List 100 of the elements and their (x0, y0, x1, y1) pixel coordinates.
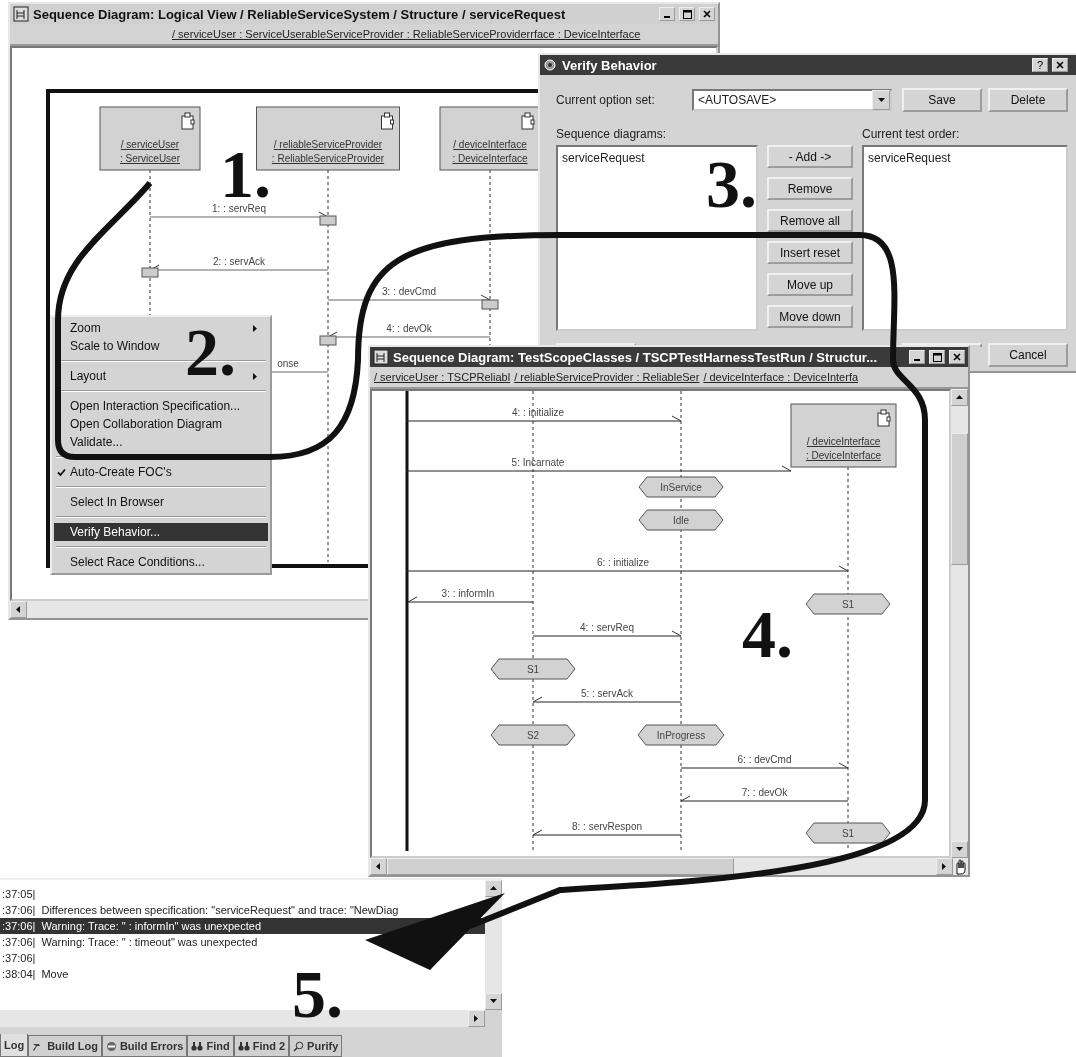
log-time: :37:06| (2, 920, 36, 932)
scrollbar-thumb[interactable] (951, 432, 968, 565)
minimize-button[interactable] (909, 350, 925, 364)
option-set-dropdown[interactable]: <AUTOSAVE> (692, 89, 892, 111)
message-label: 4: : initialize (511, 407, 565, 418)
message-label: 6: : devCmd (737, 754, 792, 765)
list-label: Current test order: (862, 127, 960, 141)
step-number: 5. (292, 960, 343, 1028)
state-label: S2 (526, 730, 540, 741)
log-row[interactable]: :37:05| (0, 886, 40, 902)
state-label: S1 (526, 664, 540, 675)
log-time: :37:05| (2, 888, 36, 900)
scroll-up-button[interactable] (485, 880, 502, 897)
arrow-icon (14, 605, 23, 614)
log-message: Warning: Trace: " : timeout" was unexpected (41, 936, 258, 948)
dialog-title: Verify Behavior (562, 57, 657, 73)
search-icon (293, 1040, 305, 1052)
scroll-down-button[interactable] (485, 993, 502, 1010)
scrollbar-thumb[interactable] (387, 858, 734, 875)
list-action-button[interactable]: Remove all (767, 209, 853, 232)
panel-tab[interactable]: Build Log (28, 1035, 102, 1057)
state-label: S1 (841, 828, 855, 839)
log-message: Move (41, 968, 69, 980)
scroll-down-button[interactable] (951, 841, 968, 858)
window-title: Sequence Diagram: Logical View / ReliableServiceSystem / Structure / serviceRequest (33, 6, 566, 22)
log-time: :38:04| (2, 968, 36, 980)
step-number: 3. (706, 150, 757, 218)
list-action-button[interactable]: Move up (767, 273, 853, 296)
log-row[interactable]: :37:06| (0, 950, 40, 966)
menu-item[interactable]: Open Interaction Specification... (54, 397, 268, 415)
log-message: Differences between specification: "serviceRequest" and trace: "NewDiag (41, 904, 399, 916)
menu-item[interactable]: Auto-Create FOC's (54, 463, 268, 481)
cancel-button[interactable]: Cancel (988, 343, 1068, 367)
close-button[interactable] (949, 350, 965, 364)
panel-tab[interactable]: Purify (289, 1035, 343, 1057)
caret-icon (876, 95, 886, 105)
step-number: 2. (185, 318, 236, 386)
lifeline-header: / serviceUser : ServiceUserableServiceProvider : ReliableServiceProviderrface : DeviceInterface (172, 28, 641, 40)
list-action-button[interactable]: - Add -> (767, 145, 853, 168)
object-class: : ServiceUser (120, 153, 180, 164)
scroll-left-button[interactable] (10, 601, 27, 618)
message-label: onse (277, 358, 299, 369)
state-label: S1 (841, 599, 855, 610)
arrow-icon (955, 393, 964, 402)
maximize-icon (932, 352, 942, 362)
diagram-icon (13, 6, 29, 22)
panel-tab[interactable]: Find 2 (233, 1035, 290, 1057)
log-time: :37:06| (2, 904, 36, 916)
field-label: Current option set: (556, 93, 655, 107)
panel-tab[interactable]: Build Errors (101, 1035, 188, 1057)
panel-tab[interactable]: Log (0, 1034, 29, 1057)
message-label: 7: : devOk (741, 787, 788, 798)
component-icon (521, 112, 535, 130)
object-name: / deviceInterface (453, 139, 527, 150)
arrow-icon (374, 862, 383, 871)
delete-button[interactable]: Delete (988, 88, 1068, 112)
close-button[interactable] (699, 7, 715, 21)
list-action-button[interactable]: Insert reset (767, 241, 853, 264)
message-label: 3: : informIn (441, 588, 495, 599)
object-name: / deviceInterface (806, 436, 881, 447)
log-row[interactable]: :37:06| Warning: Trace: " : timeout" was unexpected (0, 934, 262, 950)
menu-item[interactable]: Select Race Conditions... (54, 553, 268, 571)
lifeline-header: / reliableServiceProvider : ReliableSer (514, 371, 700, 383)
message-label: 4: : devOk (386, 323, 432, 334)
activation-bar (319, 215, 337, 226)
activation-bar (141, 267, 159, 278)
menu-item[interactable]: Select In Browser (54, 493, 268, 511)
scroll-left-button[interactable] (370, 858, 387, 875)
list-action-button[interactable]: Move down (767, 305, 853, 328)
maximize-button[interactable] (929, 350, 945, 364)
component-icon (181, 112, 195, 130)
message-label: 5: : servAck (580, 688, 634, 699)
list-action-button[interactable]: Remove (767, 177, 853, 200)
log-row[interactable]: :37:06| Differences between specification: "serviceRequest" and trace: "NewDiag (0, 902, 403, 918)
message-label: 4: : servReq (580, 622, 634, 633)
maximize-button[interactable] (679, 7, 695, 21)
scroll-up-button[interactable] (951, 389, 968, 406)
arrow-icon (489, 884, 498, 893)
help-button[interactable]: ? (1032, 58, 1048, 72)
object-name: / reliableServiceProvider (273, 139, 383, 150)
minimize-button[interactable] (659, 7, 675, 21)
object-class: : DeviceInterface (806, 450, 881, 461)
close-button[interactable] (1052, 58, 1068, 72)
log-row[interactable]: :38:04| Move (0, 966, 73, 982)
menu-item[interactable]: Open Collaboration Diagram (54, 415, 268, 433)
object-class: : ReliableServiceProvider (271, 153, 385, 164)
state-label: InService (660, 482, 702, 493)
activation-bar (319, 335, 337, 346)
scroll-right-button[interactable] (468, 1010, 485, 1027)
list-item[interactable]: serviceRequest (868, 151, 1062, 165)
maximize-icon (682, 9, 692, 19)
menu-item[interactable]: Verify Behavior... (54, 523, 268, 541)
stop-sign-icon (105, 1040, 117, 1052)
diagram-icon (373, 349, 389, 365)
scroll-right-button[interactable] (936, 858, 953, 875)
save-button[interactable]: Save (902, 88, 982, 112)
message-label: 6: : initialize (596, 557, 650, 568)
menu-item[interactable]: Validate... (54, 433, 268, 451)
panel-tab[interactable]: Find (187, 1035, 234, 1057)
list-label: Sequence diagrams: (556, 127, 667, 141)
